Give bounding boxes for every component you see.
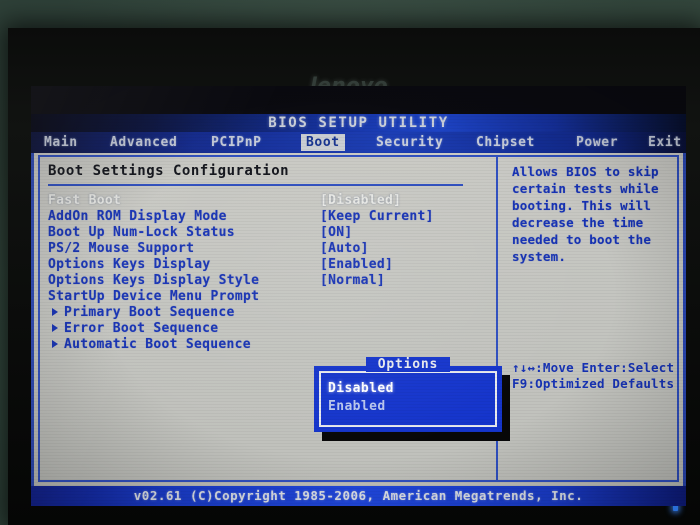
- key-legend-lines: ↑↓↔:Move Enter:Select F9:Optimized Defaul…: [512, 360, 686, 392]
- setting-label: Options Keys Display Style: [48, 273, 260, 288]
- copyright-text: v02.61 (C)Copyright 1985-2006, American …: [133, 488, 584, 503]
- bios-footer-bar: v02.61 (C)Copyright 1985-2006, American …: [31, 486, 686, 506]
- setting-value[interactable]: [Disabled]: [320, 193, 401, 208]
- submenu-arrow-icon: [52, 308, 58, 316]
- help-pane: Allows BIOS to skip certain tests while bo…: [512, 163, 682, 265]
- section-title: Boot Settings Configuration: [48, 163, 290, 179]
- help-line: Allows BIOS to skip: [512, 164, 659, 179]
- setting-label: Automatic Boot Sequence: [64, 337, 251, 352]
- bios-menu-bar[interactable]: Main Advanced PCIPnP Boot Security Chipset Pow…: [31, 132, 686, 153]
- setting-row[interactable]: Fast Boot [Disabled]: [48, 193, 488, 209]
- settings-pane: Boot Settings Configuration Fast Boot [Di…: [48, 163, 488, 353]
- photo-scene: lenovo BIOS SETUP UTILITY Main Advanced PC…: [0, 0, 700, 525]
- setting-label: AddOn ROM Display Mode: [48, 209, 227, 224]
- setting-label: Error Boot Sequence: [64, 321, 219, 336]
- menu-tab-power[interactable]: Power: [571, 134, 623, 151]
- bios-content-area: Boot Settings Configuration Fast Boot [Di…: [31, 153, 686, 486]
- legend-line: F9:Optimized Defaults: [512, 376, 675, 391]
- setting-row[interactable]: AddOn ROM Display Mode [Keep Current]: [48, 209, 488, 225]
- setting-label: Primary Boot Sequence: [64, 305, 235, 320]
- settings-list: Fast Boot [Disabled] AddOn ROM Display Mod…: [48, 193, 488, 353]
- setting-value[interactable]: [Keep Current]: [320, 209, 434, 224]
- menu-tab-main[interactable]: Main: [39, 134, 83, 151]
- menu-tab-security[interactable]: Security: [371, 134, 448, 151]
- submenu-arrow-icon: [52, 340, 58, 348]
- monitor-bezel: lenovo BIOS SETUP UTILITY Main Advanced PC…: [8, 28, 700, 525]
- bios-title: BIOS SETUP UTILITY: [268, 115, 449, 131]
- help-line: needed to boot the: [512, 232, 652, 247]
- help-text: Allows BIOS to skip certain tests while bo…: [512, 163, 682, 265]
- bios-title-bar: BIOS SETUP UTILITY: [31, 114, 686, 132]
- setting-row[interactable]: Boot Up Num-Lock Status [ON]: [48, 225, 488, 241]
- setting-row[interactable]: Options Keys Display Style [Normal]: [48, 273, 488, 289]
- menu-tab-exit[interactable]: Exit: [643, 134, 686, 151]
- setting-value[interactable]: [ON]: [320, 225, 353, 240]
- help-line: booting. This will: [512, 198, 652, 213]
- option-item[interactable]: Disabled: [328, 381, 394, 396]
- help-line: certain tests while: [512, 181, 659, 196]
- menu-tab-pcipnp[interactable]: PCIPnP: [206, 134, 267, 151]
- bios-screen: BIOS SETUP UTILITY Main Advanced PCIPnP Boo…: [31, 86, 686, 506]
- options-popup-title: Options: [314, 357, 502, 372]
- setting-value[interactable]: [Auto]: [320, 241, 369, 256]
- setting-value[interactable]: [Normal]: [320, 273, 385, 288]
- setting-row[interactable]: StartUp Device Menu Prompt: [48, 289, 488, 305]
- setting-label: Fast Boot: [48, 193, 122, 208]
- setting-row[interactable]: PS/2 Mouse Support [Auto]: [48, 241, 488, 257]
- setting-label: StartUp Device Menu Prompt: [48, 289, 260, 304]
- setting-row[interactable]: Options Keys Display [Enabled]: [48, 257, 488, 273]
- key-legend: ↑↓↔:Move Enter:Select F9:Optimized Defaul…: [512, 360, 686, 392]
- setting-row[interactable]: Automatic Boot Sequence: [48, 337, 488, 353]
- legend-line: ↑↓↔:Move Enter:Select: [512, 360, 675, 375]
- setting-row[interactable]: Error Boot Sequence: [48, 321, 488, 337]
- options-popup-title-text: Options: [365, 357, 451, 372]
- help-line: decrease the time: [512, 215, 644, 230]
- menu-tab-chipset[interactable]: Chipset: [471, 134, 540, 151]
- menu-tab-boot[interactable]: Boot: [301, 134, 345, 151]
- setting-label: Options Keys Display: [48, 257, 211, 272]
- submenu-arrow-icon: [52, 324, 58, 332]
- option-item[interactable]: Enabled: [328, 399, 386, 414]
- help-line: system.: [512, 249, 567, 264]
- setting-label: PS/2 Mouse Support: [48, 241, 195, 256]
- setting-value[interactable]: [Enabled]: [320, 257, 393, 272]
- setting-label: Boot Up Num-Lock Status: [48, 225, 235, 240]
- menu-tab-advanced[interactable]: Advanced: [105, 134, 182, 151]
- setting-row[interactable]: Primary Boot Sequence: [48, 305, 488, 321]
- options-popup[interactable]: Options Disabled Enabled: [314, 357, 502, 432]
- section-divider: [48, 184, 463, 186]
